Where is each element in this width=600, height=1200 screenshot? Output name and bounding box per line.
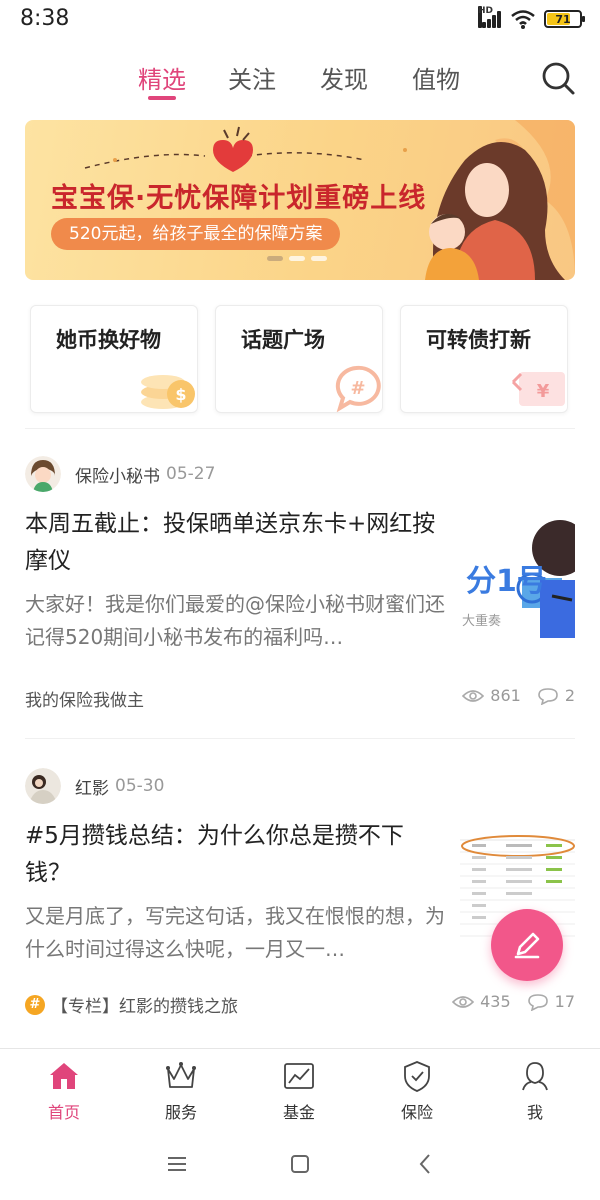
home-square-icon[interactable] xyxy=(288,1152,312,1176)
banner-pagination xyxy=(267,256,327,261)
feed-post[interactable]: 保险小秘书 05-27 本周五截止：投保晒单送京东卡+网红按摩仪 大家好！我是你… xyxy=(25,454,575,734)
thumbnail-text: 分1号 xyxy=(466,556,547,600)
battery-level: 71 xyxy=(555,12,571,26)
active-tab-indicator xyxy=(148,96,176,100)
banner-subtitle: 520元起，给孩子最全的保障方案 xyxy=(51,218,341,250)
avatar[interactable] xyxy=(25,768,61,804)
svg-text:$: $ xyxy=(175,385,186,404)
coin-icon: $ xyxy=(141,375,195,409)
post-date: 05-30 xyxy=(115,776,165,796)
comment-icon[interactable] xyxy=(527,993,549,1011)
quick-card-label: 可转债打新 xyxy=(426,328,531,352)
system-navigation-bar xyxy=(0,1128,600,1200)
shield-icon xyxy=(404,1061,430,1092)
post-author[interactable]: 保险小秘书 xyxy=(75,462,160,487)
banner-dot xyxy=(267,256,283,261)
quick-card-label: 话题广场 xyxy=(241,328,325,352)
post-tag[interactable]: # 【专栏】红影的攒钱之旅 xyxy=(25,992,238,1017)
post-footer: # 【专栏】红影的攒钱之旅 435 17 xyxy=(25,992,575,1020)
column-icon: # xyxy=(25,994,45,1015)
post-footer: 我的保险我做主 861 2 xyxy=(25,686,575,714)
view-count: 861 xyxy=(490,686,521,705)
quick-entry-cards: 她币换好物 $ 话题广场 # 可转债打新 ¥ xyxy=(30,305,570,415)
nav-funds[interactable]: 基金 xyxy=(259,1059,339,1123)
post-stats: 435 17 xyxy=(452,992,575,1011)
svg-text:¥: ¥ xyxy=(537,381,550,402)
post-thumbnail[interactable]: 分1号 大重奏 xyxy=(460,518,575,638)
post-tag-label: 我的保险我做主 xyxy=(25,691,144,711)
signal-icon: HD xyxy=(478,6,502,30)
comment-count: 2 xyxy=(564,686,575,705)
avatar[interactable] xyxy=(25,456,61,492)
compose-post-button[interactable] xyxy=(491,909,563,981)
status-bar: 8:38 HD 71 xyxy=(0,0,600,40)
home-icon xyxy=(50,1063,78,1089)
wifi-icon xyxy=(511,10,535,29)
post-date: 05-27 xyxy=(166,464,216,484)
mother-child-illustration xyxy=(425,120,575,280)
view-count: 435 xyxy=(480,992,511,1011)
post-author[interactable]: 红影 xyxy=(75,774,109,799)
post-title[interactable]: 本周五截止：投保晒单送京东卡+网红按摩仪 xyxy=(25,506,440,580)
post-summary: 大家好！我是你们最爱的@保险小秘书财蜜们还记得520期间小秘书发布的福利吗… xyxy=(25,592,445,649)
search-icon[interactable] xyxy=(538,58,578,98)
nav-insurance[interactable]: 保险 xyxy=(377,1059,457,1123)
chart-icon xyxy=(284,1063,314,1089)
back-icon[interactable] xyxy=(414,1152,438,1176)
tab-featured[interactable]: 精选 xyxy=(138,60,186,95)
thumbnail-caption: 大重奏 xyxy=(462,614,502,629)
nav-label: 保险 xyxy=(400,1103,433,1122)
post-tag[interactable]: 我的保险我做主 xyxy=(25,686,144,711)
section-divider xyxy=(25,428,575,429)
post-header: 红影 05-30 xyxy=(25,766,164,806)
comment-count: 17 xyxy=(554,992,575,1011)
quick-card-topic-square[interactable]: 话题广场 # xyxy=(215,305,383,413)
feed-post[interactable]: 红影 05-30 #5月攒钱总结：为什么你总是攒不下钱？ 又是月底了，写完这句话… xyxy=(25,766,575,1046)
eye-icon xyxy=(452,995,475,1008)
banner-dot xyxy=(289,256,305,261)
user-icon xyxy=(522,1062,548,1091)
svg-text:#: # xyxy=(350,378,365,399)
hashtag-icon: # xyxy=(335,365,381,412)
post-divider xyxy=(25,738,575,739)
pencil-icon xyxy=(514,932,540,959)
thumbnail-word: 分1号 xyxy=(466,564,547,599)
post-summary: 又是月底了，写完这句话，我又在恨恨的想，为什么时间过得这么快呢，一月又一… xyxy=(25,904,445,961)
nav-me[interactable]: 我 xyxy=(495,1059,575,1123)
post-stats: 861 2 xyxy=(462,686,575,705)
tab-discover[interactable]: 发现 xyxy=(320,60,368,95)
promo-banner[interactable]: 宝宝保·无忧保障计划重磅上线 520元起，给孩子最全的保障方案 xyxy=(25,120,575,280)
quick-card-coin-exchange[interactable]: 她币换好物 $ xyxy=(30,305,198,413)
post-header: 保险小秘书 05-27 xyxy=(25,454,215,494)
nav-label: 基金 xyxy=(282,1103,315,1122)
quick-card-convertible-bond[interactable]: 可转债打新 ¥ xyxy=(400,305,568,413)
bottom-navigation: 首页 服务 基金 保险 我 xyxy=(0,1048,600,1128)
banner-dot xyxy=(311,256,327,261)
nav-label: 我 xyxy=(526,1103,543,1122)
nav-services[interactable]: 服务 xyxy=(141,1059,221,1123)
comment-icon[interactable] xyxy=(537,687,559,705)
nav-home[interactable]: 首页 xyxy=(24,1059,104,1123)
post-tag-label: 【专栏】红影的攒钱之旅 xyxy=(51,997,238,1017)
menu-icon[interactable] xyxy=(165,1152,189,1176)
eye-icon xyxy=(462,689,485,702)
top-tab-bar: 精选 关注 发现 值物 xyxy=(0,52,600,108)
tab-worth-buying[interactable]: 值物 xyxy=(412,60,460,95)
quick-card-label: 她币换好物 xyxy=(56,328,161,352)
yen-icon: ¥ xyxy=(511,372,565,406)
crown-icon xyxy=(166,1062,196,1088)
tab-following[interactable]: 关注 xyxy=(228,60,276,95)
nav-label: 服务 xyxy=(164,1103,197,1122)
status-time: 8:38 xyxy=(20,6,70,31)
nav-label: 首页 xyxy=(47,1103,80,1122)
status-icons: HD 71 xyxy=(478,6,585,32)
post-title[interactable]: #5月攒钱总结：为什么你总是攒不下钱？ xyxy=(25,818,440,892)
banner-title: 宝宝保·无忧保障计划重磅上线 xyxy=(51,183,427,214)
battery-icon: 71 xyxy=(544,10,585,28)
